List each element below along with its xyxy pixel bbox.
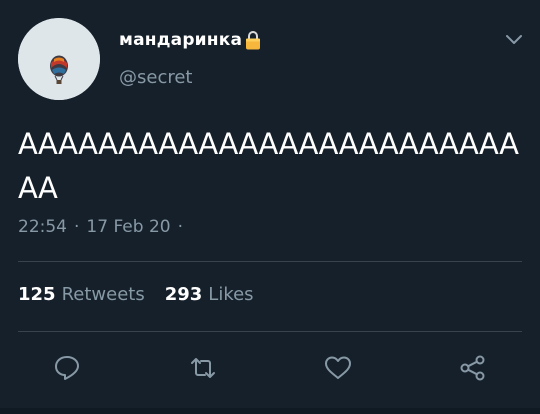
tweet-text: AAAAAAAAAAAAAAAAAAAAAAAAAAA: [18, 127, 519, 205]
chevron-down-icon[interactable]: [503, 28, 525, 50]
bottom-edge: [0, 408, 540, 414]
reply-icon: [55, 356, 79, 380]
display-name[interactable]: мандаринка: [119, 30, 261, 50]
display-name-text: мандаринка: [119, 30, 243, 50]
avatar[interactable]: [18, 18, 100, 100]
likes-count: 293: [164, 284, 203, 305]
reply-button[interactable]: [52, 353, 82, 383]
tweet-meta: 22:54 · 17 Feb 20 ·: [18, 217, 183, 237]
retweets-label: Retweets: [61, 284, 145, 305]
likes-stat[interactable]: 293 Likes: [165, 284, 254, 305]
likes-label: Likes: [208, 284, 254, 305]
retweets-stat[interactable]: 125 Retweets: [18, 284, 145, 305]
hot-air-balloon-icon: [18, 18, 100, 100]
user-handle[interactable]: @secret: [119, 67, 193, 88]
separator-dot: ·: [74, 217, 80, 237]
retweet-button[interactable]: [188, 353, 218, 383]
share-button[interactable]: [458, 353, 488, 383]
divider: [18, 331, 522, 332]
like-icon: [325, 356, 351, 379]
retweets-count: 125: [18, 284, 56, 305]
retweet-icon: [191, 358, 215, 378]
lock-icon: [245, 30, 261, 50]
tweet-stats: 125 Retweets 293 Likes: [18, 284, 254, 305]
separator-dot: ·: [177, 217, 183, 237]
tweet-date[interactable]: 17 Feb 20: [86, 217, 170, 237]
tweet-detail: мандаринка @secret AAAAAAAAAAAAAAAAAAAAA…: [0, 0, 540, 414]
like-button[interactable]: [323, 353, 353, 383]
tweet-time[interactable]: 22:54: [18, 217, 67, 237]
divider: [18, 261, 522, 262]
share-icon: [460, 355, 485, 381]
